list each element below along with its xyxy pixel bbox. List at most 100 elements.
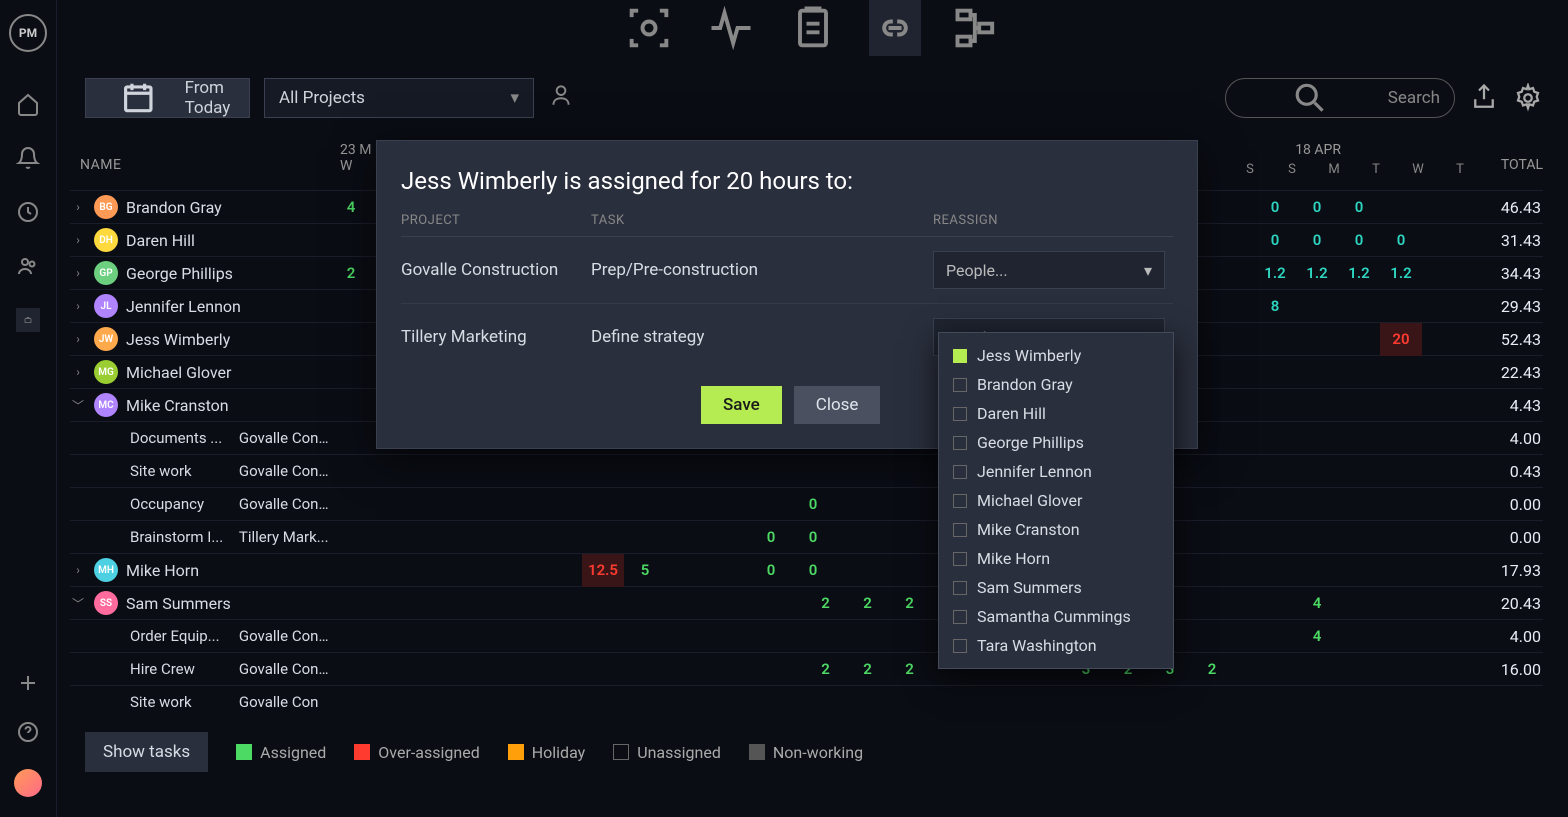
briefcase-icon[interactable]	[16, 308, 40, 332]
bell-icon[interactable]	[16, 146, 40, 170]
dropdown-item[interactable]: Daren Hill	[939, 399, 1173, 428]
dropdown-item[interactable]: Mike Cranston	[939, 515, 1173, 544]
workload-cell[interactable]: 0	[1338, 224, 1380, 257]
search-input[interactable]: Search	[1225, 78, 1455, 118]
person-row[interactable]: › MH Mike Horn 12.5500 17.93	[70, 553, 1543, 586]
person-filter-icon[interactable]	[548, 82, 574, 114]
clipboard-icon[interactable]	[787, 0, 839, 56]
checkbox[interactable]	[953, 610, 967, 624]
workload-cell[interactable]: 0	[792, 488, 834, 521]
dropdown-item[interactable]: George Phillips	[939, 428, 1173, 457]
save-button[interactable]: Save	[701, 386, 782, 424]
workload-cell[interactable]: 12.5	[582, 554, 624, 587]
workload-cell[interactable]: 5	[624, 554, 666, 587]
task-row[interactable]: Brainstorm I...Tillery Mark... 00 0.00	[70, 520, 1543, 553]
workload-cell[interactable]: 2	[847, 587, 889, 620]
person-row[interactable]: ﹀ SS Sam Summers 2224 20.43	[70, 586, 1543, 619]
task-row[interactable]: Site workGovalle Con	[70, 685, 1543, 712]
flow-icon[interactable]	[951, 0, 1003, 56]
task-row[interactable]: Site workGovalle Con... 0.43	[70, 454, 1543, 487]
people-icon[interactable]	[16, 254, 40, 278]
workload-cell[interactable]: 20	[1380, 323, 1422, 356]
workload-cell[interactable]: 2	[805, 587, 847, 620]
workload-cell[interactable]: 0	[1254, 191, 1296, 224]
clock-icon[interactable]	[16, 200, 40, 224]
checkbox[interactable]	[953, 494, 967, 508]
from-today-button[interactable]: From Today	[85, 78, 250, 118]
legend-over-assigned: Over-assigned	[354, 743, 479, 762]
person-name: George Phillips	[126, 264, 233, 283]
workload-cell[interactable]: 1.2	[1254, 257, 1296, 290]
workload-cell[interactable]: 1.2	[1380, 257, 1422, 290]
workload-cell[interactable]: 0	[750, 521, 792, 554]
workload-cell[interactable]: 2	[889, 653, 931, 686]
people-dropdown[interactable]: Jess Wimberly Brandon Gray Daren Hill Ge…	[938, 332, 1174, 669]
workload-cell[interactable]: 4	[1296, 587, 1338, 620]
workload-cell[interactable]: 2	[330, 257, 372, 290]
home-icon[interactable]	[16, 92, 40, 116]
dropdown-item[interactable]: Jess Wimberly	[939, 341, 1173, 370]
expand-chevron[interactable]: ﹀	[70, 595, 86, 612]
close-button[interactable]: Close	[794, 386, 881, 424]
plus-icon[interactable]	[16, 671, 40, 695]
dropdown-item[interactable]: Tara Washington	[939, 631, 1173, 660]
workload-cell[interactable]: 0	[792, 554, 834, 587]
dropdown-item[interactable]: Jennifer Lennon	[939, 457, 1173, 486]
user-avatar[interactable]	[14, 769, 42, 797]
expand-chevron[interactable]: ›	[70, 299, 86, 313]
activity-icon[interactable]	[705, 0, 757, 56]
workload-cell[interactable]: 2	[805, 653, 847, 686]
scan-icon[interactable]	[623, 0, 675, 56]
dropdown-item[interactable]: Mike Horn	[939, 544, 1173, 573]
settings-icon[interactable]	[1513, 83, 1543, 113]
show-tasks-button[interactable]: Show tasks	[85, 732, 208, 772]
name-column-header: NAME	[70, 140, 330, 190]
workload-cell[interactable]: 0	[1380, 224, 1422, 257]
checkbox[interactable]	[953, 407, 967, 421]
workload-cell[interactable]: 0	[1296, 191, 1338, 224]
task-row[interactable]: OccupancyGovalle Con... 0 0.00	[70, 487, 1543, 520]
expand-chevron[interactable]: ›	[70, 233, 86, 247]
expand-chevron[interactable]: ›	[70, 332, 86, 346]
task-row[interactable]: Hire CrewGovalle Con... 2223232 16.00	[70, 652, 1543, 685]
dropdown-item[interactable]: Samantha Cummings	[939, 602, 1173, 631]
expand-chevron[interactable]: ›	[70, 266, 86, 280]
workload-cell[interactable]: 4	[330, 191, 372, 224]
checkbox[interactable]	[953, 349, 967, 363]
people-select[interactable]: People...▾	[933, 251, 1165, 289]
checkbox[interactable]	[953, 436, 967, 450]
checkbox[interactable]	[953, 552, 967, 566]
project-filter-select[interactable]: All Projects ▾	[264, 78, 534, 118]
workload-cell[interactable]: 0	[750, 554, 792, 587]
workload-cell[interactable]: 2	[1191, 653, 1233, 686]
dropdown-item[interactable]: Brandon Gray	[939, 370, 1173, 399]
task-row[interactable]: Order Equip...Govalle Con... 4 4.00	[70, 619, 1543, 652]
workload-cell[interactable]: 0	[1296, 224, 1338, 257]
workload-cell[interactable]: 2	[889, 587, 931, 620]
checkbox[interactable]	[953, 639, 967, 653]
workload-cell[interactable]: 4	[1296, 620, 1338, 653]
checkbox[interactable]	[953, 523, 967, 537]
expand-chevron[interactable]: ›	[70, 365, 86, 379]
dropdown-item[interactable]: Sam Summers	[939, 573, 1173, 602]
workload-cell[interactable]: 1.2	[1296, 257, 1338, 290]
dropdown-item[interactable]: Michael Glover	[939, 486, 1173, 515]
workload-cell[interactable]: 0	[792, 521, 834, 554]
checkbox[interactable]	[953, 378, 967, 392]
dropdown-label: Tara Washington	[977, 636, 1097, 655]
workload-cell[interactable]: 2	[847, 653, 889, 686]
workload-cell[interactable]: 0	[1254, 224, 1296, 257]
logo[interactable]: PM	[9, 14, 47, 52]
checkbox[interactable]	[953, 581, 967, 595]
checkbox[interactable]	[953, 465, 967, 479]
expand-chevron[interactable]: ›	[70, 200, 86, 214]
workload-cell[interactable]: 1.2	[1338, 257, 1380, 290]
workload-cell[interactable]: 0	[1338, 191, 1380, 224]
link-icon[interactable]	[869, 0, 921, 56]
share-icon[interactable]	[1469, 83, 1499, 113]
expand-chevron[interactable]: ›	[70, 563, 86, 577]
expand-chevron[interactable]: ﹀	[70, 397, 86, 414]
workload-cell[interactable]: 8	[1254, 290, 1296, 323]
help-icon[interactable]	[16, 720, 40, 744]
row-total: 52.43	[1481, 330, 1543, 349]
